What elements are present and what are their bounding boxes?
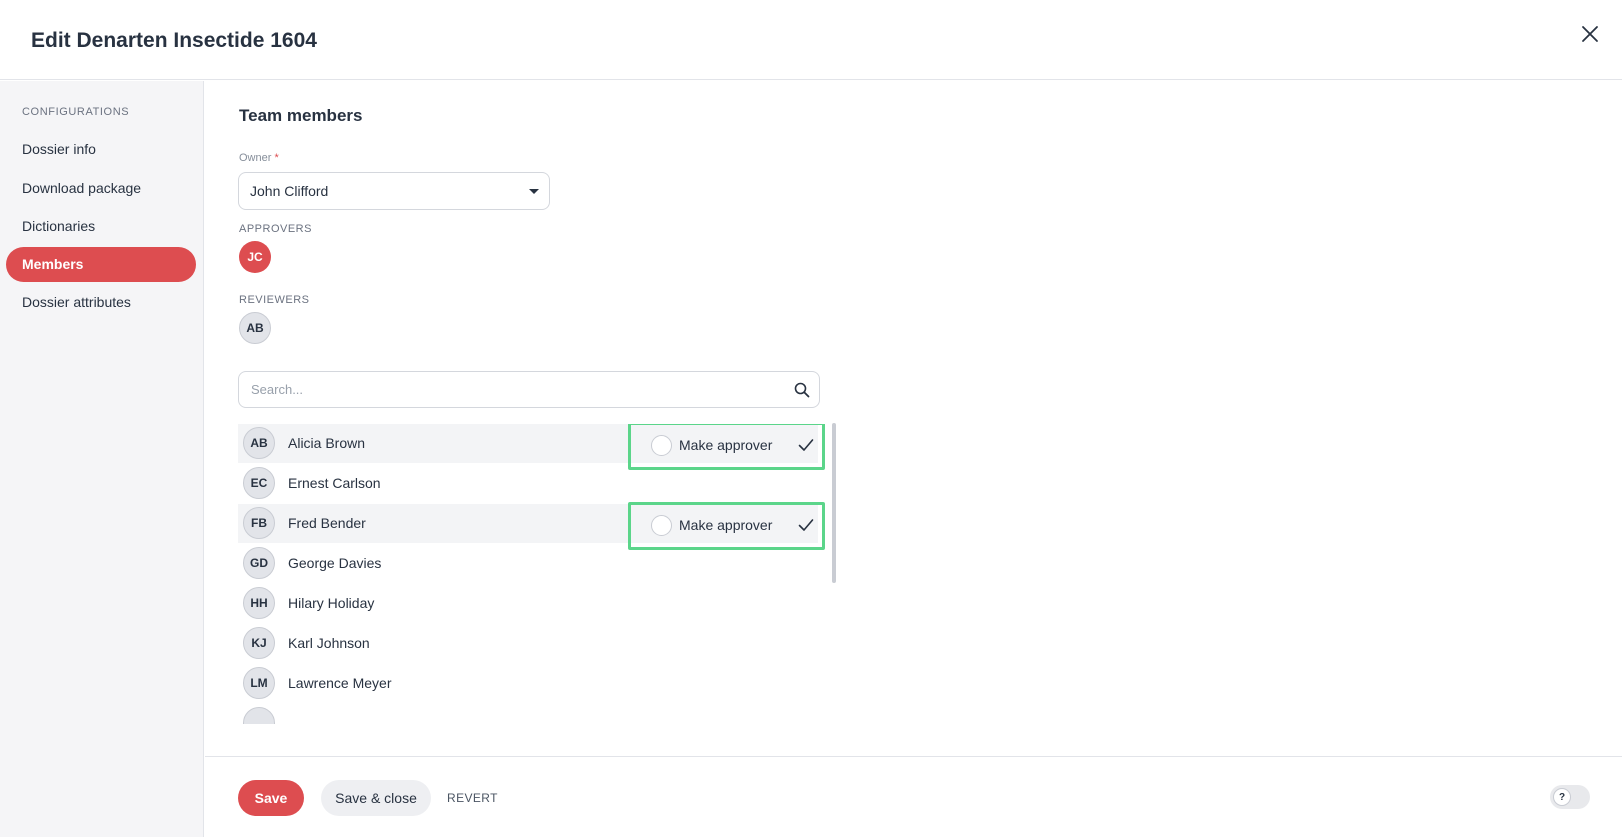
close-button[interactable] (1575, 19, 1605, 49)
search-icon[interactable] (793, 381, 811, 399)
owner-label-text: Owner (239, 152, 272, 164)
make-approver-label: Make approver (679, 517, 773, 533)
member-name: George Davies (288, 555, 382, 571)
dialog-header: Edit Denarten Insectide 1604 (0, 0, 1622, 80)
avatar: FB (243, 507, 275, 539)
owner-label: Owner * (239, 152, 279, 164)
check-icon[interactable] (797, 436, 815, 454)
section-title: Team members (239, 106, 363, 125)
sidebar-heading: CONFIGURATIONS (22, 106, 130, 118)
member-name: Hilary Holiday (288, 595, 375, 611)
sidebar-item-dossier-info[interactable]: Dossier info (6, 132, 196, 167)
member-name: Lawrence Meyer (288, 675, 392, 691)
check-icon[interactable] (797, 516, 815, 534)
dialog-footer: Save Save & close REVERT ? (205, 756, 1622, 837)
member-name: Karl Johnson (288, 635, 370, 651)
list-item-george-davies[interactable]: GD George Davies (238, 544, 818, 583)
sidebar-item-dossier-attributes[interactable]: Dossier attributes (6, 285, 196, 320)
member-name: Alicia Brown (288, 435, 366, 451)
list-item-hilary-holiday[interactable]: HH Hilary Holiday (238, 584, 818, 623)
list-item-ernest-carlson[interactable]: EC Ernest Carlson (238, 464, 818, 503)
avatar: KJ (243, 627, 275, 659)
avatar: LM (243, 667, 275, 699)
make-approver-radio[interactable] (651, 435, 672, 456)
sidebar-item-download-package[interactable]: Download package (6, 171, 196, 206)
member-list-scrollbar[interactable] (832, 423, 836, 583)
reviewer-avatar[interactable]: AB (239, 312, 271, 344)
dialog-title: Edit Denarten Insectide 1604 (31, 29, 317, 52)
member-search (238, 371, 820, 408)
list-item-partial[interactable] (238, 704, 818, 724)
sidebar-item-dictionaries[interactable]: Dictionaries (6, 209, 196, 244)
member-name: Fred Bender (288, 515, 366, 531)
make-approver-control: Make approver (628, 502, 825, 550)
help-icon: ? (1553, 788, 1571, 806)
owner-select[interactable]: John Clifford (238, 172, 550, 210)
make-approver-radio[interactable] (651, 515, 672, 536)
sidebar: CONFIGURATIONS Dossier info Download pac… (0, 81, 204, 837)
list-item-alicia-brown[interactable]: AB Alicia Brown Make approver (238, 424, 825, 470)
save-and-close-button[interactable]: Save & close (321, 780, 431, 816)
save-button[interactable]: Save (238, 780, 304, 816)
list-item-lawrence-meyer[interactable]: LM Lawrence Meyer (238, 664, 818, 703)
list-item-karl-johnson[interactable]: KJ Karl Johnson (238, 624, 818, 663)
avatar: AB (243, 427, 275, 459)
main-panel: Team members Owner * John Clifford APPRO… (205, 81, 1622, 756)
search-input[interactable] (239, 372, 779, 407)
avatar: EC (243, 467, 275, 499)
avatar: GD (243, 547, 275, 579)
sidebar-item-members[interactable]: Members (6, 247, 196, 282)
close-icon (1582, 26, 1598, 42)
help-toggle[interactable]: ? (1550, 785, 1590, 809)
make-approver-label: Make approver (679, 437, 773, 453)
member-name: Ernest Carlson (288, 475, 381, 491)
caret-down-icon (529, 189, 539, 194)
avatar (243, 707, 275, 724)
list-item-fred-bender[interactable]: FB Fred Bender Make approver (238, 502, 825, 550)
revert-button[interactable]: REVERT (447, 781, 498, 815)
reviewers-label: REVIEWERS (239, 294, 310, 306)
approver-avatar[interactable]: JC (239, 241, 271, 273)
avatar: HH (243, 587, 275, 619)
owner-value: John Clifford (250, 183, 329, 199)
member-list: AB Alicia Brown Make approver EC Ernest … (238, 424, 838, 724)
required-mark: * (274, 152, 279, 164)
approvers-label: APPROVERS (239, 223, 312, 235)
